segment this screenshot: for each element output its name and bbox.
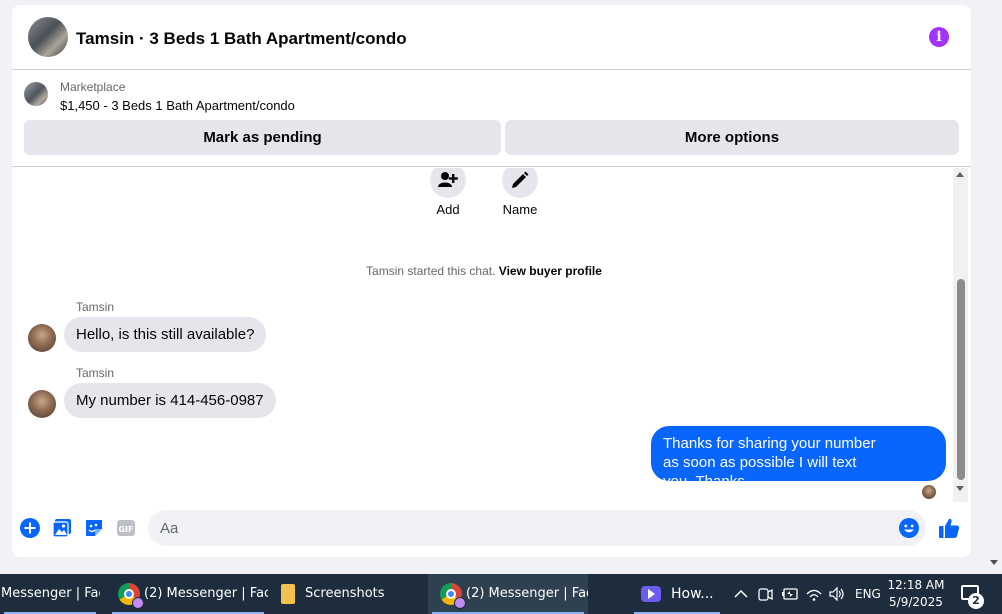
taskbar-item[interactable]: How... bbox=[630, 574, 724, 614]
taskbar-item-label: (2) Messenger | Fac... bbox=[144, 586, 268, 601]
zoom-icon bbox=[641, 586, 661, 602]
scroll-up-arrow-icon[interactable] bbox=[956, 172, 964, 177]
message-list: Add Name Tamsin started this chat. View … bbox=[12, 168, 971, 502]
pencil-icon bbox=[502, 168, 538, 198]
chevron-up-icon[interactable] bbox=[734, 588, 748, 600]
chat-started-notice: Tamsin started this chat. View buyer pro… bbox=[12, 264, 956, 278]
sender-avatar[interactable] bbox=[28, 324, 56, 352]
clock-date: 5/9/2025 bbox=[889, 595, 943, 609]
info-icon[interactable]: i bbox=[929, 27, 949, 47]
incoming-message[interactable]: My number is 414-456-0987 bbox=[64, 383, 276, 418]
outgoing-message[interactable]: Thanks for sharing your number as soon a… bbox=[651, 426, 946, 490]
gif-icon[interactable]: GIF bbox=[116, 518, 136, 538]
battery-icon[interactable] bbox=[781, 586, 799, 602]
profile-badge-icon bbox=[454, 597, 466, 609]
message-sender: Tamsin bbox=[76, 300, 115, 314]
thumbs-up-icon[interactable] bbox=[938, 517, 960, 539]
taskbar-item-label: How... bbox=[671, 586, 714, 602]
sender-avatar[interactable] bbox=[28, 390, 56, 418]
taskbar-item[interactable]: Messenger | Fac... bbox=[0, 574, 100, 614]
chat-started-text: Tamsin started this chat. bbox=[366, 264, 496, 278]
notification-count-badge: 2 bbox=[968, 593, 984, 609]
add-label: Add bbox=[436, 202, 460, 217]
name-action[interactable]: Name bbox=[490, 168, 550, 217]
listing-avatar[interactable] bbox=[28, 17, 68, 57]
add-action[interactable]: Add bbox=[418, 168, 478, 217]
listing-title[interactable]: $1,450 - 3 Beds 1 Bath Apartment/condo bbox=[60, 98, 295, 113]
outgoing-message-line: Thanks for sharing your number bbox=[663, 435, 876, 452]
message-input[interactable] bbox=[148, 510, 926, 546]
scroll-down-arrow-icon[interactable] bbox=[956, 486, 964, 491]
wifi-icon[interactable] bbox=[806, 586, 822, 602]
mark-as-pending-button[interactable]: Mark as pending bbox=[24, 120, 501, 155]
taskbar-item-label: Messenger | Fac... bbox=[1, 586, 100, 601]
taskbar-item[interactable]: (2) Messenger | Fac... bbox=[428, 574, 588, 614]
taskbar-item-label: Screenshots bbox=[305, 586, 385, 601]
view-buyer-profile-link[interactable]: View buyer profile bbox=[499, 264, 602, 278]
marketplace-panel: Marketplace $1,450 - 3 Beds 1 Bath Apart… bbox=[12, 71, 971, 167]
windows-taskbar: Messenger | Fac... (2) Messenger | Fac..… bbox=[0, 574, 1002, 614]
taskbar-item-label: (2) Messenger | Fac... bbox=[466, 586, 588, 601]
message-composer: GIF bbox=[12, 505, 971, 557]
volume-icon[interactable] bbox=[828, 586, 846, 602]
emoji-icon[interactable] bbox=[899, 518, 919, 538]
page-scroll-down-icon[interactable] bbox=[990, 560, 998, 565]
clock[interactable]: 12:18 AM 5/9/2025 bbox=[884, 577, 948, 611]
taskbar-item[interactable]: Screenshots bbox=[272, 574, 424, 614]
svg-text:GIF: GIF bbox=[118, 525, 133, 534]
language-indicator[interactable]: ENG bbox=[855, 574, 881, 614]
profile-badge-icon bbox=[132, 597, 144, 609]
message-sender: Tamsin bbox=[76, 366, 115, 380]
incoming-message[interactable]: Hello, is this still available? bbox=[64, 317, 267, 352]
seen-avatar bbox=[922, 485, 936, 499]
meet-now-icon[interactable] bbox=[757, 585, 773, 603]
clock-time: 12:18 AM bbox=[887, 578, 945, 592]
taskbar-item[interactable]: (2) Messenger | Fac... bbox=[108, 574, 268, 614]
listing-thumbnail[interactable] bbox=[24, 82, 48, 106]
conversation-header: Tamsin · 3 Beds 1 Bath Apartment/condo i bbox=[12, 5, 971, 70]
folder-icon bbox=[281, 584, 295, 604]
add-person-icon bbox=[430, 168, 466, 198]
marketplace-label: Marketplace bbox=[60, 80, 126, 94]
outgoing-message-line: as soon as possible I will text you..Tha… bbox=[663, 454, 857, 490]
sticker-icon[interactable] bbox=[84, 518, 104, 538]
chat-window: Tamsin · 3 Beds 1 Bath Apartment/condo i… bbox=[12, 5, 971, 557]
conversation-title[interactable]: Tamsin · 3 Beds 1 Bath Apartment/condo bbox=[76, 29, 407, 49]
scrollbar-thumb[interactable] bbox=[957, 279, 965, 480]
plus-icon[interactable] bbox=[20, 518, 40, 538]
photo-icon[interactable] bbox=[52, 518, 72, 538]
more-options-button[interactable]: More options bbox=[505, 120, 959, 155]
name-label: Name bbox=[502, 202, 538, 217]
